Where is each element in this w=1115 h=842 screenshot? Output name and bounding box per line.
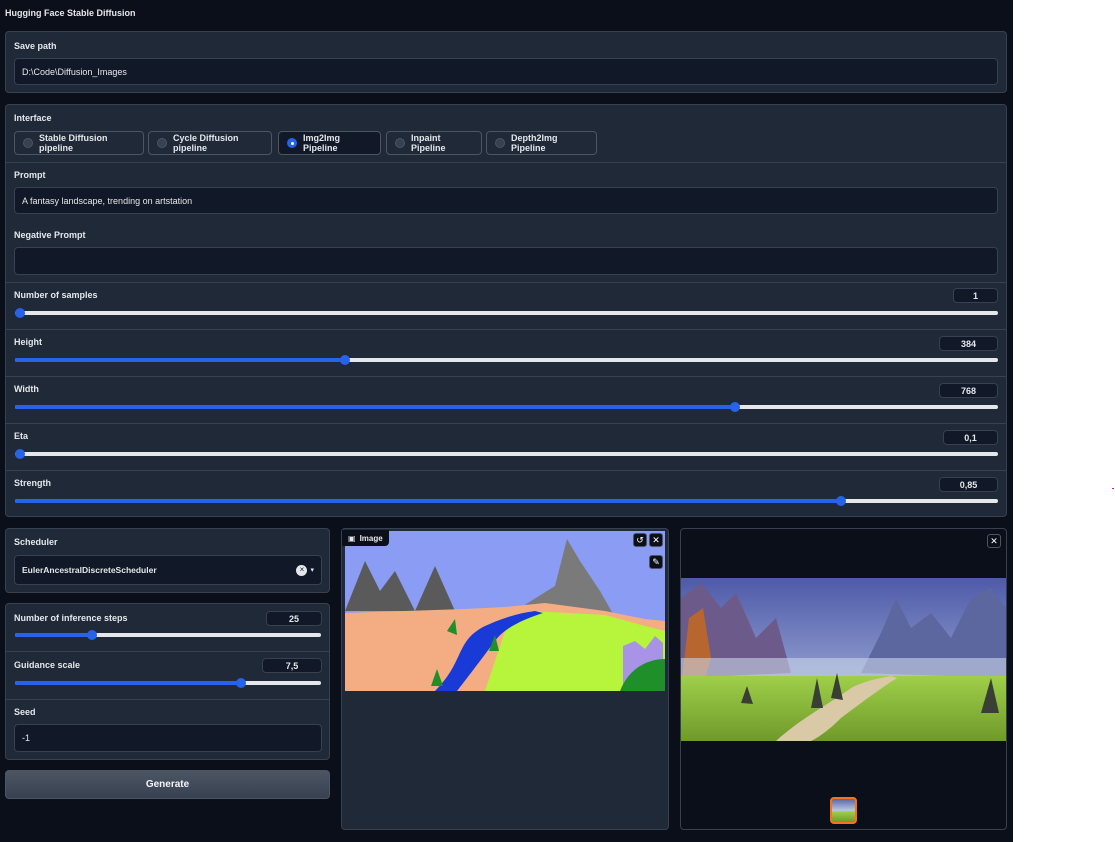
slider-thumb[interactable] bbox=[835, 496, 846, 506]
prompt-input[interactable]: A fantasy landscape, trending on artstat… bbox=[14, 187, 998, 214]
output-image[interactable] bbox=[681, 578, 1006, 741]
radio-label: Img2Img Pipeline bbox=[303, 133, 341, 153]
scheduler-block: Scheduler EulerAncestralDiscreteSchedule… bbox=[5, 528, 330, 593]
divider bbox=[6, 162, 1006, 163]
samples-slider[interactable] bbox=[15, 308, 998, 318]
slider-thumb[interactable] bbox=[15, 449, 25, 459]
radio-depth2img[interactable]: Depth2Img Pipeline bbox=[486, 131, 597, 155]
output-gallery: ✕ bbox=[680, 528, 1007, 830]
samples-label: Number of samples bbox=[14, 290, 98, 300]
radio-inpaint[interactable]: Inpaint Pipeline bbox=[386, 131, 482, 155]
divider bbox=[6, 423, 1006, 424]
slider-fill bbox=[15, 633, 92, 637]
strength-label: Strength bbox=[14, 478, 51, 488]
negative-prompt-input[interactable] bbox=[14, 247, 998, 275]
divider bbox=[6, 651, 329, 652]
divider bbox=[6, 282, 1006, 283]
slider-fill bbox=[15, 358, 346, 362]
slider-thumb[interactable] bbox=[236, 678, 247, 688]
slider-thumb[interactable] bbox=[15, 308, 25, 318]
radio-label: Stable Diffusion pipeline bbox=[39, 133, 108, 153]
height-label: Height bbox=[14, 337, 42, 347]
chevron-down-icon[interactable]: ▾ bbox=[310, 566, 314, 574]
radio-dot bbox=[495, 138, 505, 148]
gallery-thumbnail[interactable] bbox=[830, 797, 857, 824]
app-title: Hugging Face Stable Diffusion bbox=[5, 8, 136, 18]
divider bbox=[6, 376, 1006, 377]
save-path-block: Save path D:\Code\Diffusion_Images bbox=[5, 31, 1007, 93]
radio-img2img[interactable]: Img2Img Pipeline bbox=[278, 131, 381, 155]
divider bbox=[6, 699, 329, 700]
app-root: Hugging Face Stable Diffusion Save path … bbox=[0, 0, 1013, 842]
image-tab-text: Image bbox=[359, 533, 383, 543]
scheduler-dropdown[interactable]: EulerAncestralDiscreteScheduler × ▾ bbox=[14, 555, 322, 585]
slider-thumb[interactable] bbox=[86, 630, 97, 640]
scheduler-label: Scheduler bbox=[14, 537, 58, 547]
radio-label: Inpaint Pipeline bbox=[411, 133, 446, 153]
radio-dot bbox=[157, 138, 167, 148]
radio-dot-selected bbox=[287, 138, 297, 148]
x-icon[interactable]: ✕ bbox=[987, 534, 1001, 548]
x-icon[interactable]: ✕ bbox=[649, 533, 663, 547]
slider-fill bbox=[15, 681, 242, 685]
eta-slider[interactable] bbox=[15, 449, 998, 459]
steps-slider[interactable] bbox=[15, 630, 321, 640]
radio-cycle-diffusion[interactable]: Cycle Diffusion pipeline bbox=[148, 131, 272, 155]
guidance-label: Guidance scale bbox=[14, 660, 81, 670]
seed-input[interactable]: -1 bbox=[14, 724, 322, 752]
strength-number-input[interactable]: 0,85 bbox=[939, 477, 998, 492]
save-path-label: Save path bbox=[14, 41, 57, 51]
sampling-block: Number of inference steps 25 Guidance sc… bbox=[5, 603, 330, 760]
height-slider[interactable] bbox=[15, 355, 998, 365]
input-sketch-image[interactable] bbox=[345, 531, 665, 691]
settings-block: Interface Stable Diffusion pipeline Cycl… bbox=[5, 104, 1007, 517]
divider bbox=[6, 470, 1006, 471]
scheduler-value: EulerAncestralDiscreteScheduler bbox=[22, 565, 157, 575]
guidance-number-input[interactable]: 7,5 bbox=[262, 658, 322, 673]
width-number-input[interactable]: 768 bbox=[939, 383, 998, 398]
slider-thumb[interactable] bbox=[729, 402, 740, 412]
height-number-input[interactable]: 384 bbox=[939, 336, 998, 351]
undo-icon[interactable]: ↺ bbox=[633, 533, 647, 547]
eta-number-input[interactable]: 0,1 bbox=[943, 430, 998, 445]
samples-number-input[interactable]: 1 bbox=[953, 288, 998, 303]
radio-label: Cycle Diffusion pipeline bbox=[173, 133, 239, 153]
divider bbox=[6, 329, 1006, 330]
radio-dot bbox=[395, 138, 405, 148]
generate-button[interactable]: Generate bbox=[5, 770, 330, 799]
radio-stable-diffusion[interactable]: Stable Diffusion pipeline bbox=[14, 131, 144, 155]
radio-label: Depth2Img Pipeline bbox=[511, 133, 558, 153]
interface-label: Interface bbox=[14, 113, 52, 123]
eta-label: Eta bbox=[14, 431, 29, 441]
slider-fill bbox=[15, 405, 735, 409]
brush-icon[interactable]: ✎ bbox=[649, 555, 663, 569]
radio-dot bbox=[23, 138, 33, 148]
image-icon: ▣ bbox=[348, 533, 356, 543]
slider-fill bbox=[15, 499, 841, 503]
width-slider[interactable] bbox=[15, 402, 998, 412]
guidance-slider[interactable] bbox=[15, 678, 321, 688]
clear-icon[interactable]: × bbox=[296, 564, 308, 576]
width-label: Width bbox=[14, 384, 39, 394]
image-tab-label: ▣ Image bbox=[342, 530, 389, 546]
strength-slider[interactable] bbox=[15, 496, 998, 506]
steps-number-input[interactable]: 25 bbox=[266, 611, 322, 626]
stray-mark bbox=[1112, 488, 1114, 489]
scheduler-controls: × ▾ bbox=[296, 564, 314, 576]
save-path-input[interactable]: D:\Code\Diffusion_Images bbox=[14, 58, 998, 85]
seed-label: Seed bbox=[14, 707, 36, 717]
prompt-label: Prompt bbox=[14, 170, 46, 180]
steps-label: Number of inference steps bbox=[14, 613, 128, 623]
slider-thumb[interactable] bbox=[340, 355, 351, 365]
negative-prompt-label: Negative Prompt bbox=[14, 230, 86, 240]
input-image-panel: ↺ ✕ ✎ bbox=[341, 528, 669, 830]
